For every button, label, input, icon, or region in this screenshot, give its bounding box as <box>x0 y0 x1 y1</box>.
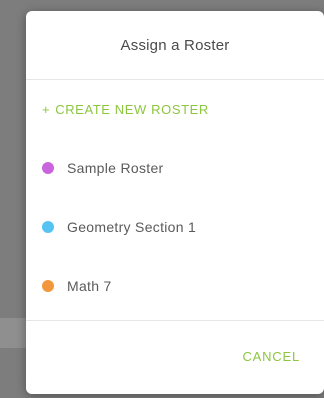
roster-item-geometry-section-1[interactable]: Geometry Section 1 <box>42 219 196 235</box>
create-new-roster-link[interactable]: + CREATE NEW ROSTER <box>42 102 209 117</box>
dialog-header: Assign a Roster <box>26 11 324 80</box>
roster-color-dot <box>42 221 54 233</box>
assign-roster-dialog: Assign a Roster + CREATE NEW ROSTER Samp… <box>26 11 324 394</box>
roster-item-sample-roster[interactable]: Sample Roster <box>42 160 164 176</box>
dialog-footer: CANCEL <box>26 321 324 394</box>
plus-icon: + <box>42 102 51 117</box>
roster-label: Geometry Section 1 <box>67 219 197 235</box>
roster-item-math-7[interactable]: Math 7 <box>42 278 112 294</box>
cancel-button[interactable]: CANCEL <box>242 349 300 364</box>
roster-label: Sample Roster <box>67 160 164 176</box>
create-new-roster-label: CREATE NEW ROSTER <box>55 102 209 117</box>
roster-list: + CREATE NEW ROSTER Sample Roster Geomet… <box>26 80 324 321</box>
roster-label: Math 7 <box>67 278 112 294</box>
roster-color-dot <box>42 280 54 292</box>
dialog-title: Assign a Roster <box>120 36 230 54</box>
roster-color-dot <box>42 162 54 174</box>
